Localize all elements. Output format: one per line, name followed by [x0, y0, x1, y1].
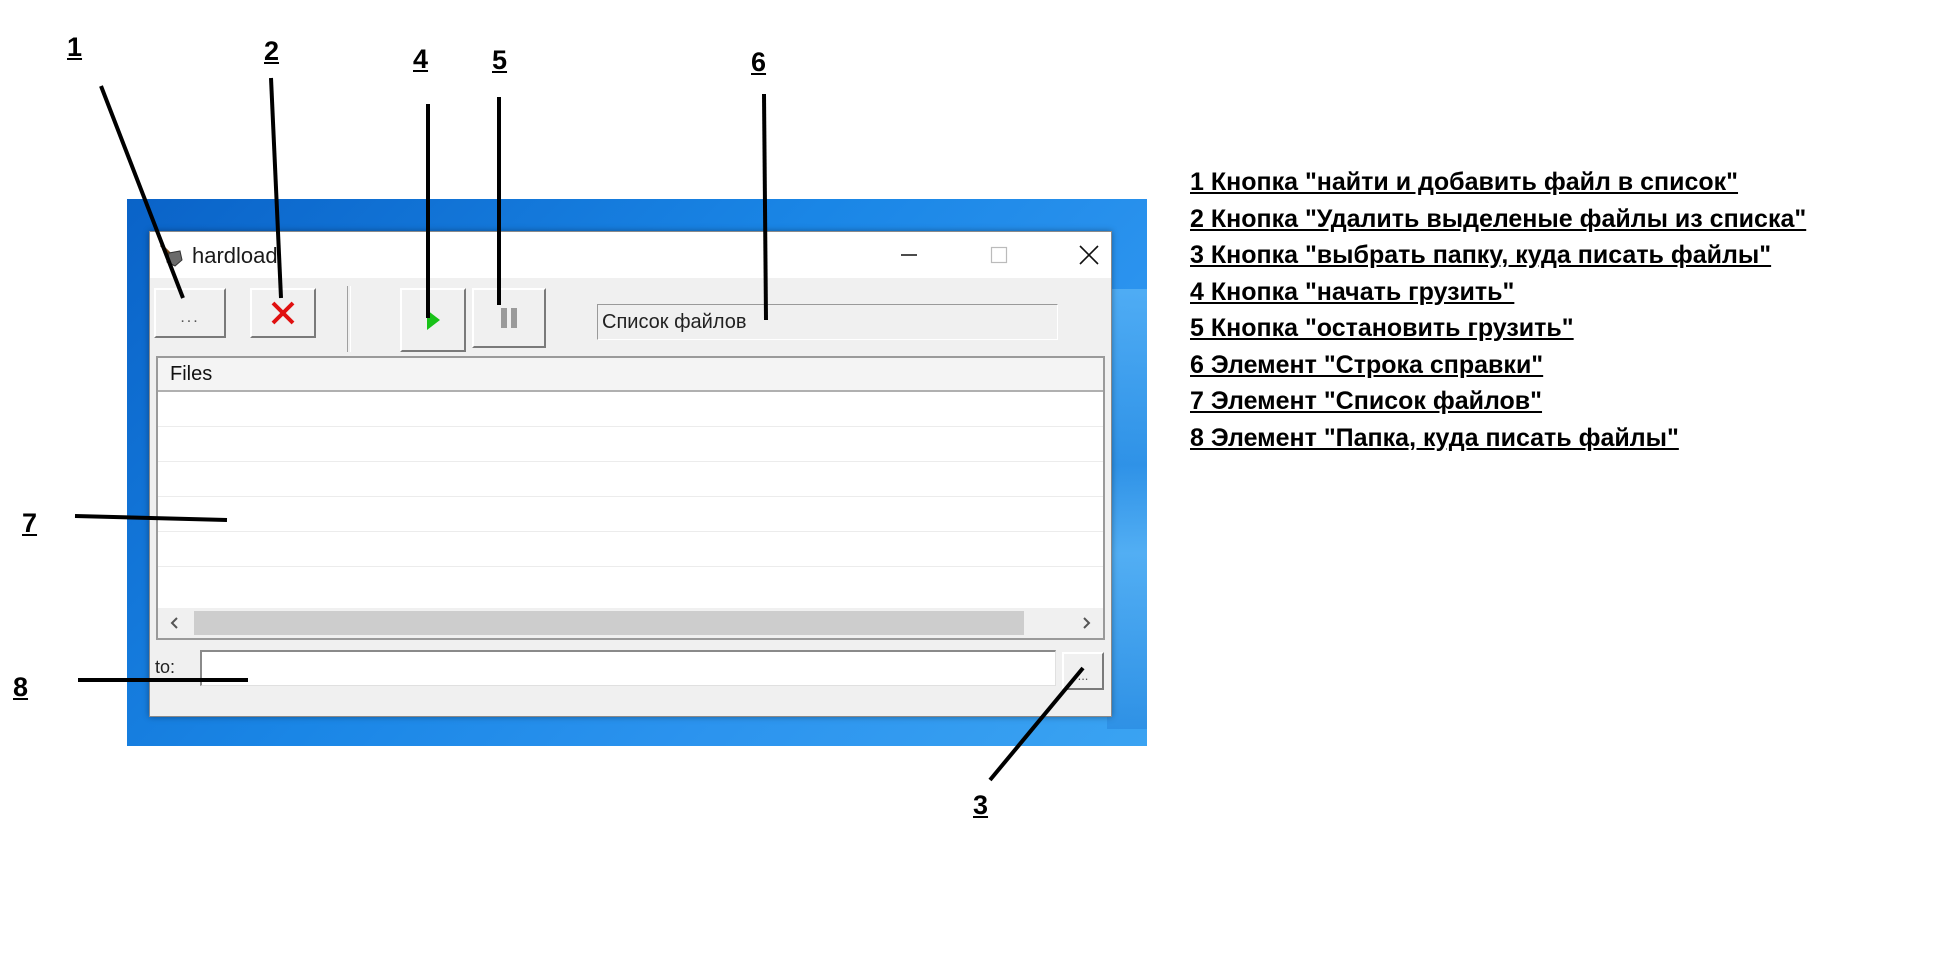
red-x-icon: [271, 301, 295, 325]
empty-row: [158, 497, 1103, 532]
legend-item: 2 Кнопка "Удалить выделеные файлы из спи…: [1190, 204, 1807, 233]
green-play-icon: [427, 310, 440, 330]
close-button[interactable]: [1058, 232, 1120, 278]
legend: 1 Кнопка "найти и добавить файл в список…: [1190, 164, 1806, 456]
maximize-icon: [990, 246, 1008, 264]
legend-item: 4 Кнопка "начать грузить": [1190, 277, 1515, 306]
destination-folder-input[interactable]: [200, 650, 1056, 686]
empty-row: [158, 462, 1103, 497]
file-list[interactable]: Files: [156, 356, 1105, 640]
chevron-left-icon: [170, 617, 178, 629]
close-icon: [1079, 245, 1099, 265]
maximize-button[interactable]: [968, 232, 1030, 278]
callout-5: 5: [492, 45, 508, 75]
stop-download-button[interactable]: [472, 288, 546, 348]
legend-item: 8 Элемент "Папка, куда писать файлы": [1190, 423, 1679, 452]
shovel-icon: [158, 242, 184, 268]
scroll-right-button[interactable]: [1069, 608, 1103, 638]
minimize-button[interactable]: [878, 232, 940, 278]
minimize-icon: [901, 254, 917, 256]
horizontal-scrollbar[interactable]: [158, 608, 1103, 638]
legend-item: 5 Кнопка "остановить грузить": [1190, 314, 1574, 342]
callout-4: 4: [413, 44, 429, 74]
delete-selected-button[interactable]: [250, 288, 316, 338]
window-title: hardload: [192, 243, 278, 268]
empty-row: [158, 392, 1103, 427]
callout-7: 7: [22, 508, 38, 538]
scroll-left-button[interactable]: [158, 608, 192, 638]
pause-icon: [501, 308, 517, 328]
callout-8: 8: [13, 672, 29, 702]
scroll-thumb[interactable]: [194, 611, 1024, 635]
app-window: hardload ... Список файлов Files to: ...: [149, 231, 1112, 717]
legend-item: 6 Элемент "Строка справки": [1190, 350, 1544, 379]
column-header-files[interactable]: Files: [158, 358, 1103, 392]
callout-2: 2: [264, 36, 280, 66]
legend-item: 7 Элемент "Список файлов": [1190, 387, 1543, 415]
start-download-button[interactable]: [400, 288, 466, 352]
chevron-right-icon: [1083, 617, 1091, 629]
empty-row: [158, 427, 1103, 462]
callout-1: 1: [67, 32, 83, 62]
browse-folder-button[interactable]: ...: [1062, 652, 1104, 690]
callout-3: 3: [973, 790, 989, 820]
title-bar: hardload: [150, 232, 1111, 278]
toolbar-separator: [347, 286, 351, 352]
empty-row: [158, 532, 1103, 567]
legend-item: 3 Кнопка "выбрать папку, куда писать фай…: [1190, 241, 1772, 269]
add-file-button[interactable]: ...: [154, 288, 226, 338]
legend-item: 1 Кнопка "найти и добавить файл в список…: [1190, 168, 1739, 196]
callout-6: 6: [751, 47, 767, 77]
help-line: Список файлов: [597, 304, 1058, 340]
destination-label: to:: [155, 657, 176, 677]
